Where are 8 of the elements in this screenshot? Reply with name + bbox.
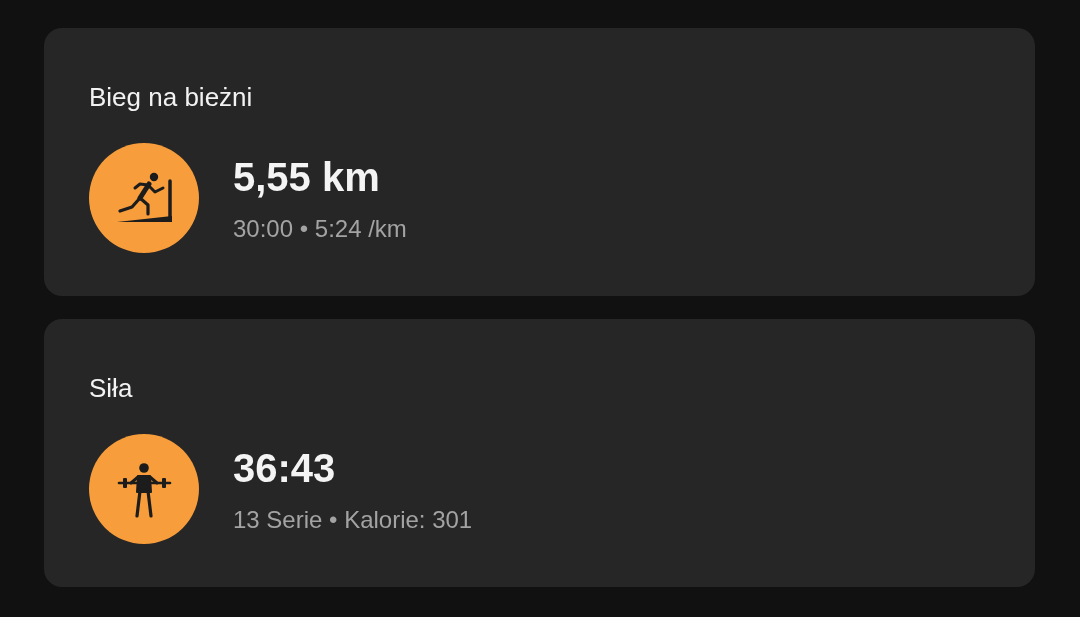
activity-details: 13 Serie • Kalorie: 301	[233, 504, 473, 535]
activity-value: 36:43	[233, 444, 337, 492]
activity-title: Siła	[89, 373, 134, 403]
activity-details: 30:00 • 5:24 /km	[233, 213, 407, 244]
treadmill-runner-icon	[89, 143, 199, 253]
activity-title: Bieg na bieżni	[89, 82, 254, 112]
weightlifter-icon	[89, 434, 199, 544]
activity-value: 5,55 km	[233, 153, 381, 201]
